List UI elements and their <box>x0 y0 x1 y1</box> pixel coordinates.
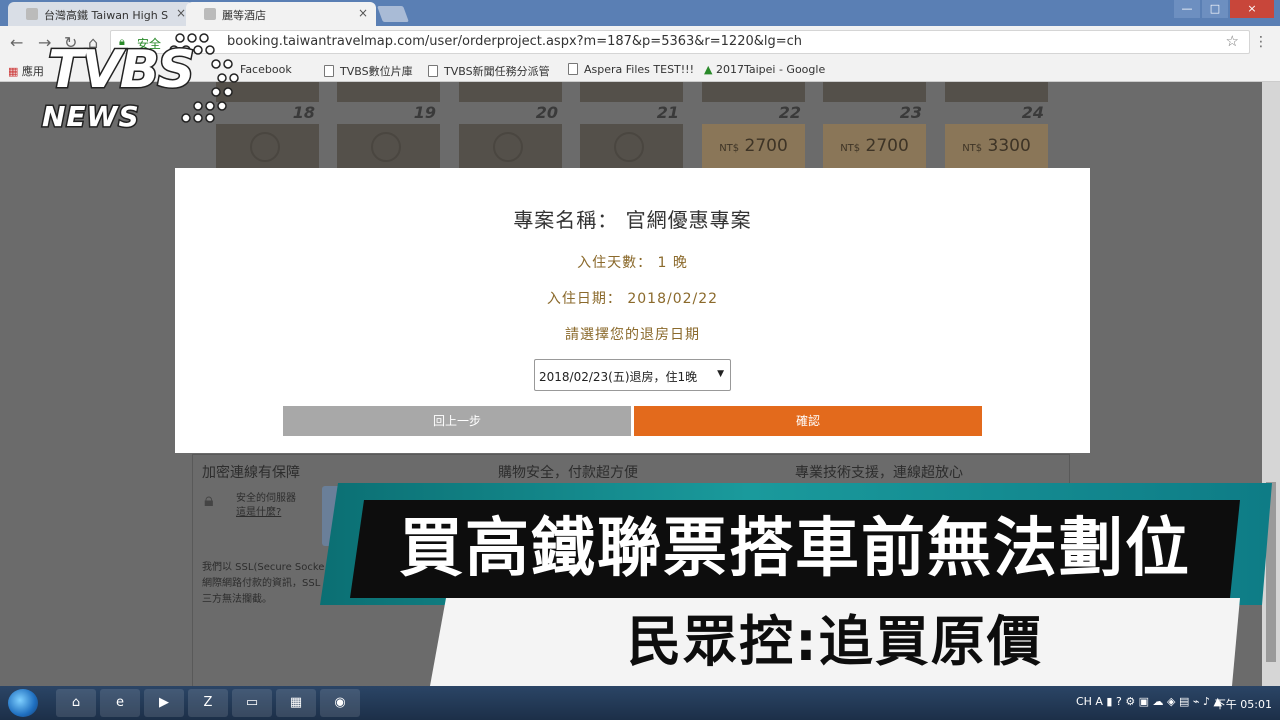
dropdown-arrow-icon: ▼ <box>717 369 724 379</box>
bookmark-label: TVBS新聞任務分派管 <box>444 65 550 78</box>
day-number: 20 <box>535 103 558 122</box>
ssl-text: 我們以 SSL(Secure Socke <box>202 562 325 573</box>
clock[interactable]: 下午 05:01 <box>1215 696 1272 712</box>
unavailable-icon <box>614 132 644 162</box>
price-label: NT$ 3300 <box>962 136 1031 156</box>
checkout-prompt: 請選擇您的退房日期 <box>565 327 700 343</box>
tab-hotel[interactable]: 麗等酒店 × <box>186 2 376 26</box>
ssl-text: 三方無法攔截。 <box>202 594 272 605</box>
calendar-cell-unavailable: 20 <box>459 103 562 171</box>
project-name: 專案名稱： 官網優惠專案 <box>513 208 752 232</box>
selected-checkout: 2018/02/23(五)退房，住1晚 <box>539 370 698 384</box>
footer-col-payment: 購物安全，付款超方便 <box>498 465 638 481</box>
unavailable-icon <box>493 132 523 162</box>
logo-text-news: NEWS <box>41 99 141 135</box>
bookmark-star-icon[interactable]: ☆ <box>1226 32 1239 50</box>
page-scrollbar[interactable] <box>1262 82 1280 686</box>
calendar-cell <box>823 82 926 102</box>
maximize-button[interactable]: □ <box>1202 0 1228 18</box>
thsr-favicon-icon <box>26 8 38 20</box>
calendar-cell <box>945 82 1048 102</box>
bookmark-aspera[interactable]: Aspera Files TEST!!! <box>568 63 694 76</box>
footer-col-encryption: 加密連線有保障 <box>202 465 300 481</box>
price-label: NT$ 2700 <box>719 136 788 156</box>
calendar-cell <box>580 82 683 102</box>
tab-label: 麗等酒店 <box>222 9 266 22</box>
bookmark-label: 2017Taipei - Google <box>715 63 826 76</box>
windows-taskbar: ⌂ e ▶ Z ▭ ▦ ◉ CH A ▮ ? ⚙ ▣ ☁ ◈ ▤ ⌁ ♪ ▲ 下… <box>0 686 1280 720</box>
back-arrow-icon[interactable]: ← <box>10 33 23 52</box>
day-number: 22 <box>778 103 801 122</box>
news-subheadline: 民眾控:追買原價 <box>627 610 1043 673</box>
day-number: 18 <box>292 103 315 122</box>
system-tray: CH A ▮ ? ⚙ ▣ ☁ ◈ ▤ ⌁ ♪ ▲ <box>1076 695 1222 708</box>
news-headline: 買高鐵聯票搭車前無法劃位 <box>399 512 1191 586</box>
hotel-favicon-icon <box>204 8 216 20</box>
window-controls: — □ × <box>1174 0 1274 20</box>
price-label: NT$ 2700 <box>840 136 909 156</box>
apps-grid-icon: ▦ <box>8 65 22 78</box>
tvbs-news-logo: TVBS NEWS <box>30 30 250 140</box>
day-number: 19 <box>413 103 436 122</box>
bookmark-tvbs-tasks[interactable]: TVBS新聞任務分派管 <box>428 63 550 79</box>
tab-thsr[interactable]: 台灣高鐵 Taiwan High S × <box>8 2 194 26</box>
nights-line: 入住天數： 1 晚 <box>577 255 688 271</box>
chrome-icon[interactable]: ◉ <box>320 689 360 717</box>
close-icon[interactable]: × <box>176 6 186 20</box>
close-icon[interactable]: × <box>358 6 368 20</box>
unavailable-icon <box>371 132 401 162</box>
calendar-cell-available[interactable]: 24 NT$ 3300 <box>945 103 1048 171</box>
calendar-cell-available[interactable]: 23 NT$ 2700 <box>823 103 926 171</box>
calendar-cell <box>337 82 440 102</box>
address-bar[interactable]: 🔒︎ 安全 booking.taiwantravelmap.com/user/o… <box>110 30 1250 54</box>
new-tab-button[interactable] <box>377 6 409 22</box>
padlock-icon: 🔒︎ <box>204 490 214 511</box>
input-language[interactable]: CH <box>1076 695 1092 708</box>
calculator-icon[interactable]: ▦ <box>276 689 316 717</box>
menu-icon[interactable]: ⋮ <box>1254 34 1268 50</box>
day-number: 24 <box>1021 103 1044 122</box>
page-icon <box>568 63 578 75</box>
media-player-icon[interactable]: ▶ <box>144 689 184 717</box>
page-icon <box>324 65 334 77</box>
checkout-date-select[interactable]: 2018/02/23(五)退房，住1晚 ▼ <box>534 359 731 391</box>
calendar-cell-unavailable: 19 <box>337 103 440 171</box>
tab-label: 台灣高鐵 Taiwan High S <box>44 9 169 22</box>
back-button[interactable]: 回上一步 <box>283 406 631 436</box>
close-window-button[interactable]: × <box>1230 0 1274 18</box>
calendar-cell-available[interactable]: 22 NT$ 2700 <box>702 103 805 171</box>
start-button[interactable] <box>8 689 38 717</box>
ssl-text: 網際網路付款的資訊，SSL <box>202 578 321 589</box>
home-app-icon[interactable]: ⌂ <box>56 689 96 717</box>
ie-icon[interactable]: e <box>100 689 140 717</box>
bookmark-label: Aspera Files TEST!!! <box>584 63 694 76</box>
secure-server-note: 安全的伺服器 <box>236 493 296 504</box>
bookmark-label: TVBS數位片庫 <box>340 65 413 78</box>
minimize-button[interactable]: — <box>1174 0 1200 18</box>
checkin-date-line: 入住日期： 2018/02/22 <box>546 291 719 307</box>
tray-icons[interactable]: A ▮ ? ⚙ ▣ ☁ ◈ ▤ ⌁ ♪ ▲ <box>1095 695 1222 708</box>
unavailable-icon <box>250 132 280 162</box>
what-is-link[interactable]: 這是什麼? <box>236 503 281 518</box>
url-text[interactable]: booking.taiwantravelmap.com/user/orderpr… <box>227 34 802 49</box>
day-number: 21 <box>656 103 679 122</box>
drive-icon: ▲ <box>704 63 716 76</box>
bookmark-tvbs-library[interactable]: TVBS數位片庫 <box>324 63 413 79</box>
checkout-date-dialog: 專案名稱： 官網優惠專案 入住天數： 1 晚 入住日期： 2018/02/22 … <box>175 168 1090 453</box>
day-number: 23 <box>899 103 922 122</box>
confirm-button[interactable]: 確認 <box>634 406 982 436</box>
logo-text-tvbs: TVBS <box>47 39 197 102</box>
filezilla-icon[interactable]: Z <box>188 689 228 717</box>
bookmark-2017taipei[interactable]: ▲ 2017Taipei - Google <box>704 63 825 76</box>
calendar-cell-unavailable: 21 <box>580 103 683 171</box>
page-icon <box>428 65 438 77</box>
browser-tab-bar: 台灣高鐵 Taiwan High S × 麗等酒店 × — □ × <box>0 0 1280 26</box>
calendar-cell <box>702 82 805 102</box>
calendar-cell <box>459 82 562 102</box>
folder-icon[interactable]: ▭ <box>232 689 272 717</box>
footer-col-support: 專業技術支援，連線超放心 <box>795 465 963 481</box>
